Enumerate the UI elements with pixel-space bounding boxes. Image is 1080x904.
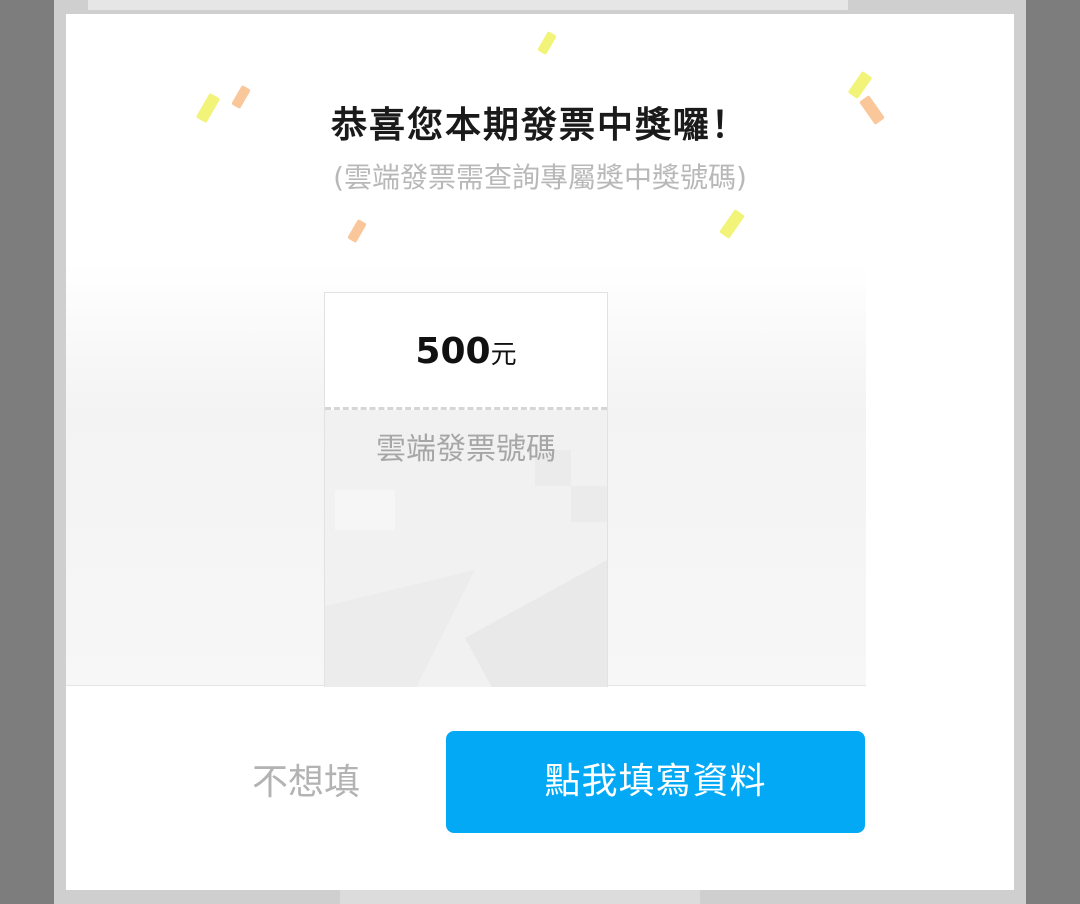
- skip-button[interactable]: 不想填: [216, 732, 396, 834]
- prize-amount-unit: 元: [490, 340, 517, 370]
- ticket-pattern: [465, 560, 607, 687]
- fill-info-button[interactable]: 點我填寫資料: [446, 731, 865, 833]
- confetti-icon: [537, 30, 557, 56]
- cloud-invoice-number-label: 雲端發票號碼: [376, 432, 556, 467]
- ticket-pattern: [335, 490, 395, 530]
- ticket-body: 雲端發票號碼: [325, 410, 607, 687]
- background-page-bottom-strip: [340, 890, 700, 904]
- prize-dialog: 恭喜您本期發票中獎囉！ (雲端發票需查詢專屬獎中獎號碼) 500元 雲端發票號碼…: [66, 14, 1014, 890]
- ticket-header: 500元: [325, 293, 607, 409]
- invoice-ticket: 500元 雲端發票號碼: [324, 292, 608, 687]
- ticket-pattern: [571, 486, 607, 522]
- background-page-top-strip: [88, 0, 848, 10]
- prize-amount: 500元: [325, 331, 607, 372]
- dialog-subtitle: (雲端發票需查詢專屬獎中獎號碼): [333, 161, 747, 194]
- dialog-title: 恭喜您本期發票中獎囉！: [330, 105, 749, 146]
- confetti-icon: [719, 209, 745, 239]
- ticket-pattern: [325, 570, 475, 687]
- confetti-icon: [347, 218, 367, 244]
- prize-amount-value: 500: [415, 331, 491, 372]
